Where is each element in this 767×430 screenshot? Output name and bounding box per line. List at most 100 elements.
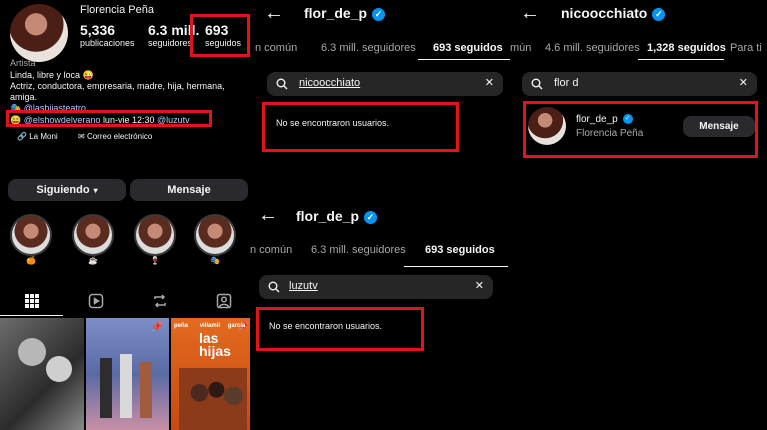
poster-name: villamil [199, 323, 221, 329]
search-input[interactable]: nicoocchiato [299, 77, 360, 89]
search-icon [268, 281, 280, 293]
contact-email[interactable]: ✉ Correo electrónico [78, 132, 152, 141]
search-icon [531, 78, 543, 90]
result-highlight-box [523, 101, 758, 158]
post-photo [120, 354, 132, 418]
highlight-cover [10, 214, 52, 256]
repost-icon [154, 294, 166, 308]
header-username: flor_de_p ✓ [304, 5, 386, 21]
clear-search-icon[interactable]: ✕ [485, 76, 494, 89]
clear-search-icon[interactable]: ✕ [475, 279, 484, 292]
bio-line1: Linda, libre y loca 😜 [10, 70, 94, 80]
tab-for-you[interactable]: Para ti [730, 42, 762, 54]
clear-search-icon[interactable]: ✕ [739, 76, 748, 89]
grid-tab-indicator [0, 315, 63, 316]
tab-common[interactable]: n común [255, 42, 297, 54]
tagged-tab[interactable] [216, 293, 232, 314]
posts-count: 5,336 [80, 22, 116, 38]
tab-following[interactable]: 693 seguidos [433, 42, 503, 54]
username-text: flor_de_p [304, 5, 368, 21]
contact-la-moni-label: La Moni [29, 132, 58, 141]
username-text: nicoocchiato [561, 5, 648, 21]
verified-badge-icon: ✓ [372, 7, 386, 21]
post-tile-3[interactable]: 📌 peña villamil garcía LAS HIJAS [171, 318, 255, 430]
poster-names: peña villamil garcía [174, 323, 245, 329]
post-photo [100, 358, 112, 418]
bio-line3: amiga. [10, 92, 38, 102]
tagged-icon [216, 293, 232, 309]
posts-label: publicaciones [80, 38, 135, 48]
profile-name: Florencia Peña [80, 4, 154, 16]
poster-name: peña [174, 323, 189, 329]
active-tab-indicator [418, 59, 510, 60]
tab-common[interactable]: mún [510, 42, 531, 54]
highlight-cover [134, 214, 176, 256]
bio-highlight-box [6, 110, 212, 127]
tab-following[interactable]: 1,328 seguidos [647, 42, 726, 54]
highlight-1[interactable]: 🍊 [10, 214, 52, 265]
pin-icon: 📌 [150, 322, 163, 333]
reels-icon [88, 293, 104, 309]
search-bar[interactable]: nicoocchiato ✕ [267, 72, 503, 96]
back-arrow-icon[interactable]: ← [264, 2, 284, 25]
post-photo [18, 338, 46, 366]
header-username: nicoocchiato ✓ [561, 5, 666, 21]
post-tile-1[interactable] [0, 318, 84, 430]
highlight-cover [72, 214, 114, 256]
contact-la-moni[interactable]: 🔗 La Moni [17, 132, 58, 141]
tab-followers[interactable]: 6.3 mill. seguidores [321, 42, 416, 54]
following-button[interactable]: Siguiendo ▾ [8, 179, 126, 201]
post-photo [46, 356, 72, 382]
post-photo [140, 362, 152, 418]
verified-badge-icon: ✓ [364, 210, 378, 224]
grid-tab[interactable] [24, 293, 40, 309]
highlight-3[interactable]: 🍷 [134, 214, 176, 265]
following-button-label: Siguiendo [36, 184, 90, 196]
verified-badge-icon: ✓ [652, 7, 666, 21]
post-photo [179, 368, 247, 430]
search-bar[interactable]: flor d ✕ [522, 72, 757, 96]
username-text: flor_de_p [296, 208, 360, 224]
link-icon: 🔗 [17, 132, 27, 141]
tab-followers[interactable]: 4.6 mill. seguidores [545, 42, 640, 54]
message-button[interactable]: Mensaje [130, 179, 248, 201]
chevron-down-icon: ▾ [93, 185, 98, 195]
bio-line2: Actriz, conductora, empresaria, madre, h… [10, 81, 225, 91]
highlight-4[interactable]: 🎭 [194, 214, 236, 265]
search-input[interactable]: flor d [554, 77, 578, 89]
highlight-label: 🍊 [26, 256, 36, 265]
empty-results-highlight-box [262, 102, 459, 152]
profile-panel: Florencia Peña 5,336 publicaciones 6.3 m… [0, 0, 255, 430]
reposts-tab[interactable] [152, 293, 168, 314]
profile-category: Artista [10, 58, 36, 68]
empty-results-highlight-box [256, 307, 424, 351]
grid-icon [25, 294, 39, 308]
posts-stat[interactable]: 5,336 publicaciones [80, 22, 135, 48]
reels-tab[interactable] [88, 293, 104, 314]
header-username: flor_de_p ✓ [296, 208, 378, 224]
following-search-panel-1: ← flor_de_p ✓ n común 6.3 mill. seguidore… [255, 0, 510, 200]
active-tab-indicator [638, 59, 724, 60]
tab-following[interactable]: 693 seguidos [425, 244, 495, 256]
tab-common[interactable]: n común [250, 244, 292, 256]
following-search-panel-3: ← flor_de_p ✓ n común 6.3 mill. seguidore… [250, 200, 510, 430]
following-highlight-box [190, 14, 250, 57]
active-tab-indicator [404, 266, 508, 267]
following-search-panel-2: ← nicoocchiato ✓ mún 4.6 mill. seguidores… [510, 0, 767, 200]
back-arrow-icon[interactable]: ← [520, 2, 540, 25]
tab-followers[interactable]: 6.3 mill. seguidores [311, 244, 406, 256]
search-icon [276, 78, 288, 90]
poster-name: garcía [227, 323, 246, 329]
highlight-label: ☕ [88, 256, 98, 265]
profile-avatar[interactable] [10, 4, 68, 62]
highlight-cover [194, 214, 236, 256]
search-bar[interactable]: luzutv ✕ [259, 275, 493, 299]
post-tile-2[interactable]: 📌 [86, 318, 169, 430]
highlight-label: 🍷 [150, 256, 160, 265]
back-arrow-icon[interactable]: ← [258, 204, 278, 227]
poster-title: LAS HIJAS [199, 330, 231, 359]
contact-email-label: Correo electrónico [86, 132, 153, 141]
email-icon: ✉ [78, 132, 85, 141]
highlight-2[interactable]: ☕ [72, 214, 114, 265]
search-input[interactable]: luzutv [289, 280, 318, 292]
